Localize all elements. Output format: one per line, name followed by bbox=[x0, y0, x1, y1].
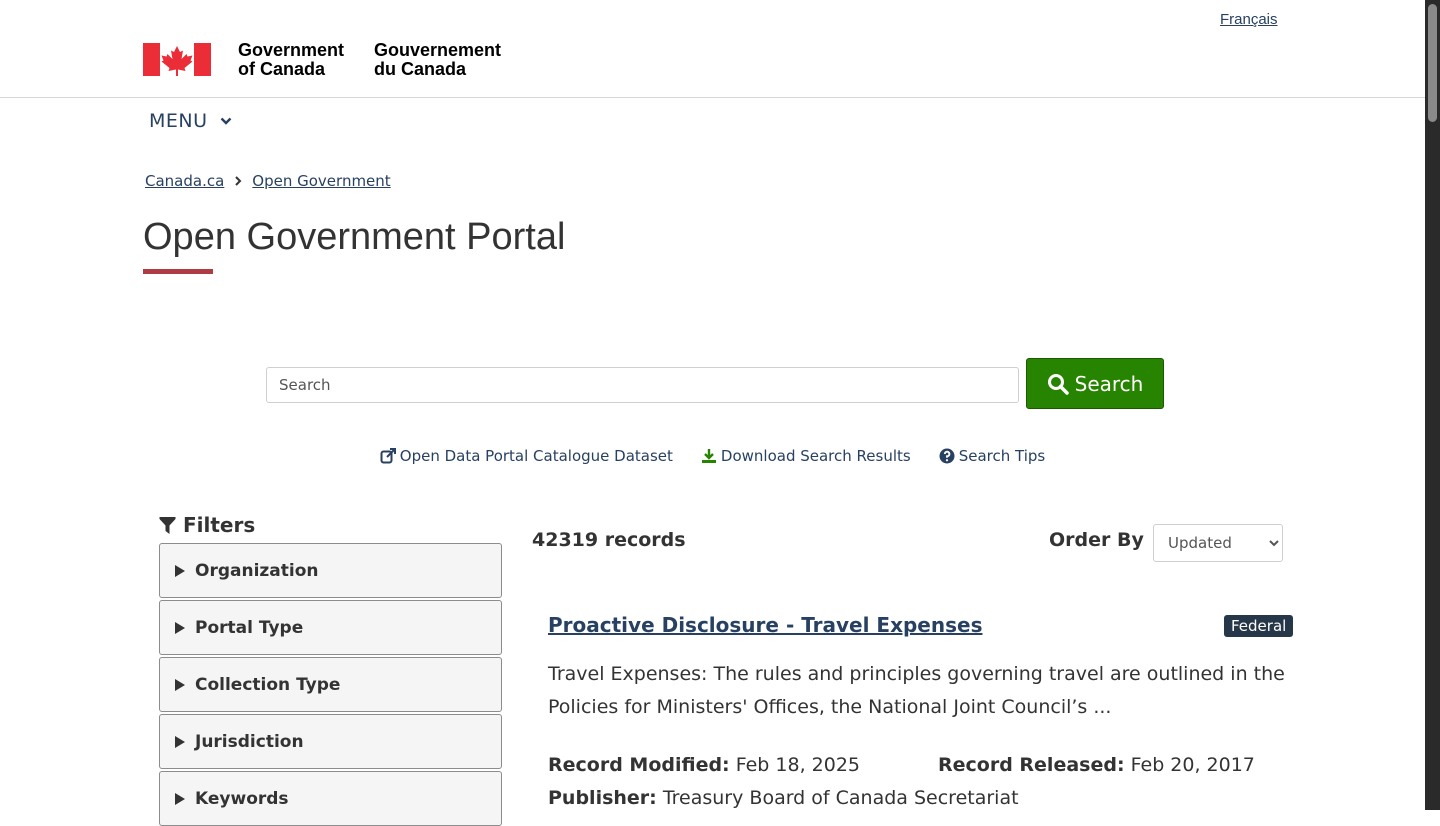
record-released-value: Feb 20, 2017 bbox=[1130, 754, 1255, 776]
scrollbar-thumb[interactable] bbox=[1428, 4, 1437, 122]
record-modified-label: Record Modified: bbox=[548, 754, 730, 776]
filter-label: Keywords bbox=[195, 788, 289, 809]
catalogue-dataset-link[interactable]: Open Data Portal Catalogue Dataset bbox=[380, 447, 673, 465]
records-count: 42319 records bbox=[532, 529, 686, 551]
search-icon bbox=[1047, 373, 1069, 395]
breadcrumb: Canada.ca Open Government bbox=[145, 172, 391, 190]
question-circle-icon bbox=[939, 448, 955, 464]
title-accent-bar bbox=[143, 269, 213, 274]
search-input[interactable] bbox=[266, 367, 1019, 403]
filter-icon bbox=[159, 516, 176, 534]
caret-right-icon bbox=[175, 621, 185, 634]
download-results-link[interactable]: Download Search Results bbox=[701, 447, 911, 465]
caret-right-icon bbox=[175, 564, 185, 577]
search-tips-label: Search Tips bbox=[958, 447, 1046, 465]
filter-jurisdiction[interactable]: Jurisdiction bbox=[159, 714, 502, 769]
language-toggle-link[interactable]: Français bbox=[1220, 11, 1278, 28]
search-button-label: Search bbox=[1074, 371, 1144, 396]
caret-right-icon bbox=[175, 735, 185, 748]
signature-fr-line1: Gouvernement bbox=[374, 40, 502, 60]
search-button[interactable]: Search bbox=[1026, 358, 1164, 409]
filter-label: Organization bbox=[195, 560, 319, 581]
filter-keywords[interactable]: Keywords bbox=[159, 771, 502, 826]
main-menu-button[interactable]: MENU bbox=[149, 110, 232, 132]
publisher-value: Treasury Board of Canada Secretariat bbox=[662, 787, 1019, 809]
publisher-label: Publisher: bbox=[548, 787, 657, 809]
external-link-icon bbox=[380, 448, 396, 464]
download-results-label: Download Search Results bbox=[720, 447, 911, 465]
result-description: Travel Expenses: The rules and principle… bbox=[548, 663, 1285, 718]
site-header: Français Government of Canada Gouverneme… bbox=[0, 0, 1425, 98]
filter-label: Portal Type bbox=[195, 617, 304, 638]
filter-organization[interactable]: Organization bbox=[159, 543, 502, 598]
canada-flag-logo[interactable] bbox=[143, 43, 211, 76]
breadcrumb-open-government[interactable]: Open Government bbox=[252, 172, 390, 190]
breadcrumb-canada-ca[interactable]: Canada.ca bbox=[145, 172, 224, 190]
order-by-label: Order By bbox=[1049, 529, 1144, 551]
signature-english: Government of Canada bbox=[238, 41, 344, 79]
chevron-down-icon bbox=[220, 117, 231, 125]
record-modified: Record Modified: Feb 18, 2025 bbox=[548, 754, 860, 776]
record-released-label: Record Released: bbox=[938, 754, 1125, 776]
jurisdiction-badge: Federal bbox=[1224, 615, 1294, 637]
search-links-row: Open Data Portal Catalogue Dataset Downl… bbox=[0, 447, 1425, 465]
record-publisher: Publisher: Treasury Board of Canada Secr… bbox=[548, 787, 1019, 809]
menu-label: MENU bbox=[149, 110, 208, 132]
filters-heading: Filters bbox=[159, 513, 255, 537]
signature-fr-line2: du Canada bbox=[374, 59, 467, 79]
order-by-select[interactable]: Updated bbox=[1153, 524, 1283, 562]
filter-label: Collection Type bbox=[195, 674, 341, 695]
filter-collection-type[interactable]: Collection Type bbox=[159, 657, 502, 712]
caret-right-icon bbox=[175, 678, 185, 691]
catalogue-dataset-label: Open Data Portal Catalogue Dataset bbox=[399, 447, 673, 465]
caret-right-icon bbox=[175, 792, 185, 805]
signature-en-line1: Government bbox=[238, 40, 345, 60]
filter-label: Jurisdiction bbox=[195, 731, 304, 752]
signature-french: Gouvernement du Canada bbox=[374, 41, 501, 79]
record-released: Record Released: Feb 20, 2017 bbox=[938, 754, 1255, 776]
signature-en-line2: of Canada bbox=[238, 59, 326, 79]
page-title: Open Government Portal bbox=[143, 216, 566, 258]
result-title-link[interactable]: Proactive Disclosure - Travel Expenses bbox=[548, 613, 982, 637]
record-modified-value: Feb 18, 2025 bbox=[735, 754, 861, 776]
chevron-right-icon bbox=[235, 176, 242, 186]
filter-portal-type[interactable]: Portal Type bbox=[159, 600, 502, 655]
search-tips-link[interactable]: Search Tips bbox=[939, 447, 1046, 465]
download-icon bbox=[701, 449, 716, 463]
filters-title: Filters bbox=[183, 513, 256, 537]
